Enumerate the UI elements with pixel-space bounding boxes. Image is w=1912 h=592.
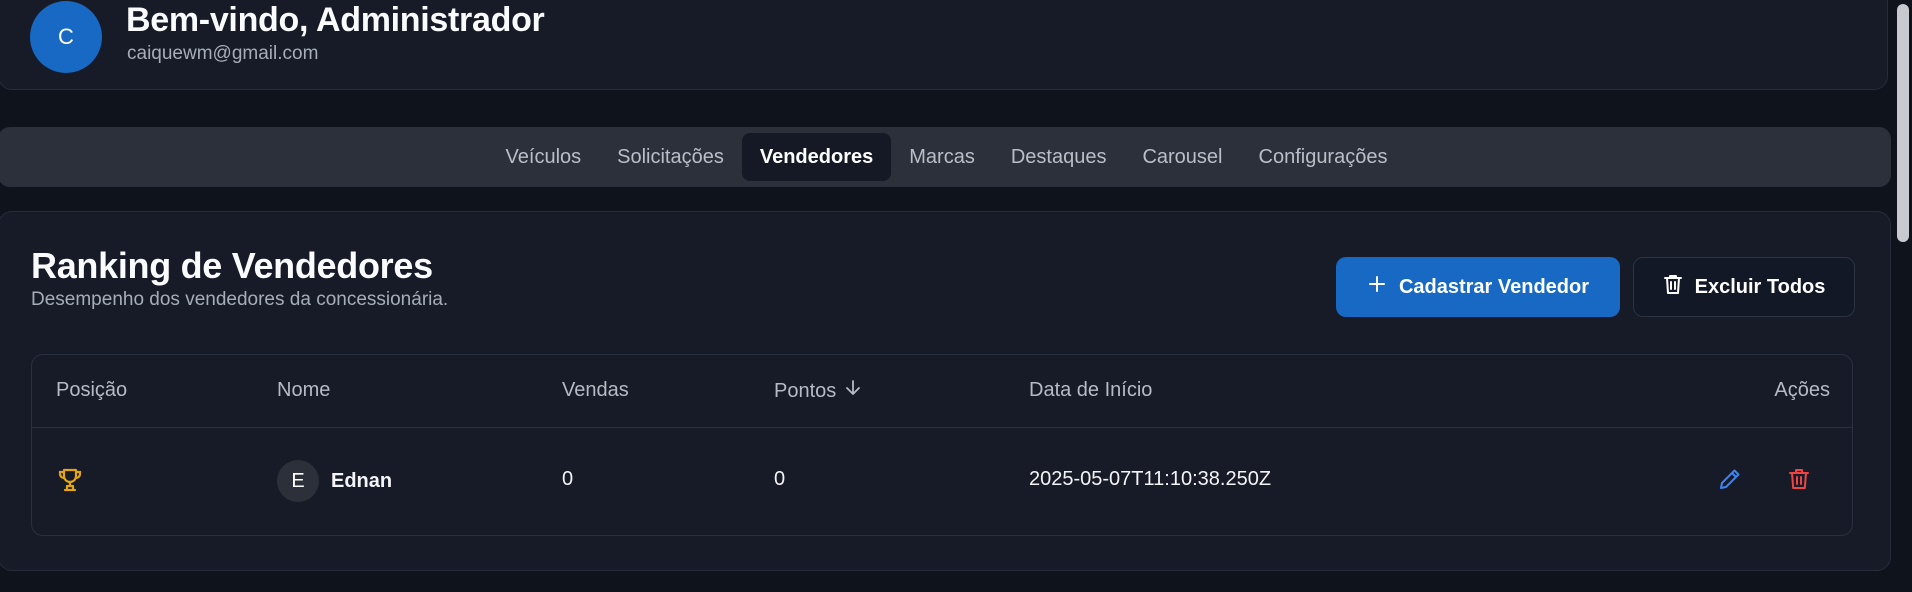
column-header-points-label: Pontos xyxy=(774,379,837,402)
scrollbar-thumb[interactable] xyxy=(1897,4,1909,242)
tab-solicitacoes[interactable]: Solicitações xyxy=(599,133,742,181)
tab-carousel[interactable]: Carousel xyxy=(1124,133,1240,181)
admin-page: C Bem-vindo, Administrador caiquewm@gmai… xyxy=(0,0,1912,592)
tab-marcas[interactable]: Marcas xyxy=(891,133,993,181)
section-subtitle: Desempenho dos vendedores da concessioná… xyxy=(31,289,449,310)
delete-all-label: Excluir Todos xyxy=(1694,275,1826,298)
plus-icon xyxy=(1367,274,1387,300)
trophy-icon xyxy=(56,466,84,500)
seller-name: Ednan xyxy=(331,469,393,492)
tab-destaques[interactable]: Destaques xyxy=(993,133,1125,181)
header-card: C Bem-vindo, Administrador caiquewm@gmai… xyxy=(0,0,1888,90)
pencil-icon xyxy=(1718,467,1742,496)
ranking-card: Ranking de Vendedores Desempenho dos ven… xyxy=(0,211,1891,571)
tabs-bar: Veículos Solicitações Vendedores Marcas … xyxy=(0,127,1891,187)
arrow-down-icon xyxy=(844,379,862,403)
add-seller-label: Cadastrar Vendedor xyxy=(1398,275,1590,298)
tab-veiculos[interactable]: Veículos xyxy=(488,133,600,181)
trash-icon xyxy=(1788,467,1810,496)
seller-points: 0 xyxy=(774,468,786,490)
page-scrollbar[interactable] xyxy=(1894,0,1912,592)
welcome-title: Bem-vindo, Administrador xyxy=(126,1,545,39)
tab-vendedores[interactable]: Vendedores xyxy=(741,133,892,181)
sellers-table: Posição Nome Vendas Pontos Data de Iníci… xyxy=(31,354,1853,536)
user-avatar[interactable]: C xyxy=(30,1,102,73)
tab-configuracoes[interactable]: Configurações xyxy=(1241,133,1406,181)
edit-button[interactable] xyxy=(1715,466,1745,496)
seller-name-cell: E Ednan xyxy=(277,460,392,502)
column-header-points[interactable]: Pontos xyxy=(774,379,862,403)
seller-avatar: E xyxy=(277,460,319,502)
trash-icon xyxy=(1663,273,1683,301)
table-row: E Ednan 0 0 2025-05-07T11:10:38.250Z xyxy=(32,428,1852,536)
delete-button[interactable] xyxy=(1784,466,1814,496)
delete-all-button[interactable]: Excluir Todos xyxy=(1633,257,1855,317)
column-header-start-date[interactable]: Data de Início xyxy=(1029,379,1152,402)
tab-list: Veículos Solicitações Vendedores Marcas … xyxy=(488,133,1406,181)
user-email: caiquewm@gmail.com xyxy=(127,43,319,64)
column-header-actions: Ações xyxy=(1774,379,1830,401)
column-header-name[interactable]: Nome xyxy=(277,379,330,402)
column-header-position[interactable]: Posição xyxy=(56,379,127,402)
column-header-sales[interactable]: Vendas xyxy=(562,379,629,402)
section-title: Ranking de Vendedores xyxy=(31,245,433,286)
add-seller-button[interactable]: Cadastrar Vendedor xyxy=(1336,257,1620,317)
seller-start-date: 2025-05-07T11:10:38.250Z xyxy=(1029,468,1272,490)
seller-sales: 0 xyxy=(562,468,574,490)
table-header: Posição Nome Vendas Pontos Data de Iníci… xyxy=(32,355,1852,428)
